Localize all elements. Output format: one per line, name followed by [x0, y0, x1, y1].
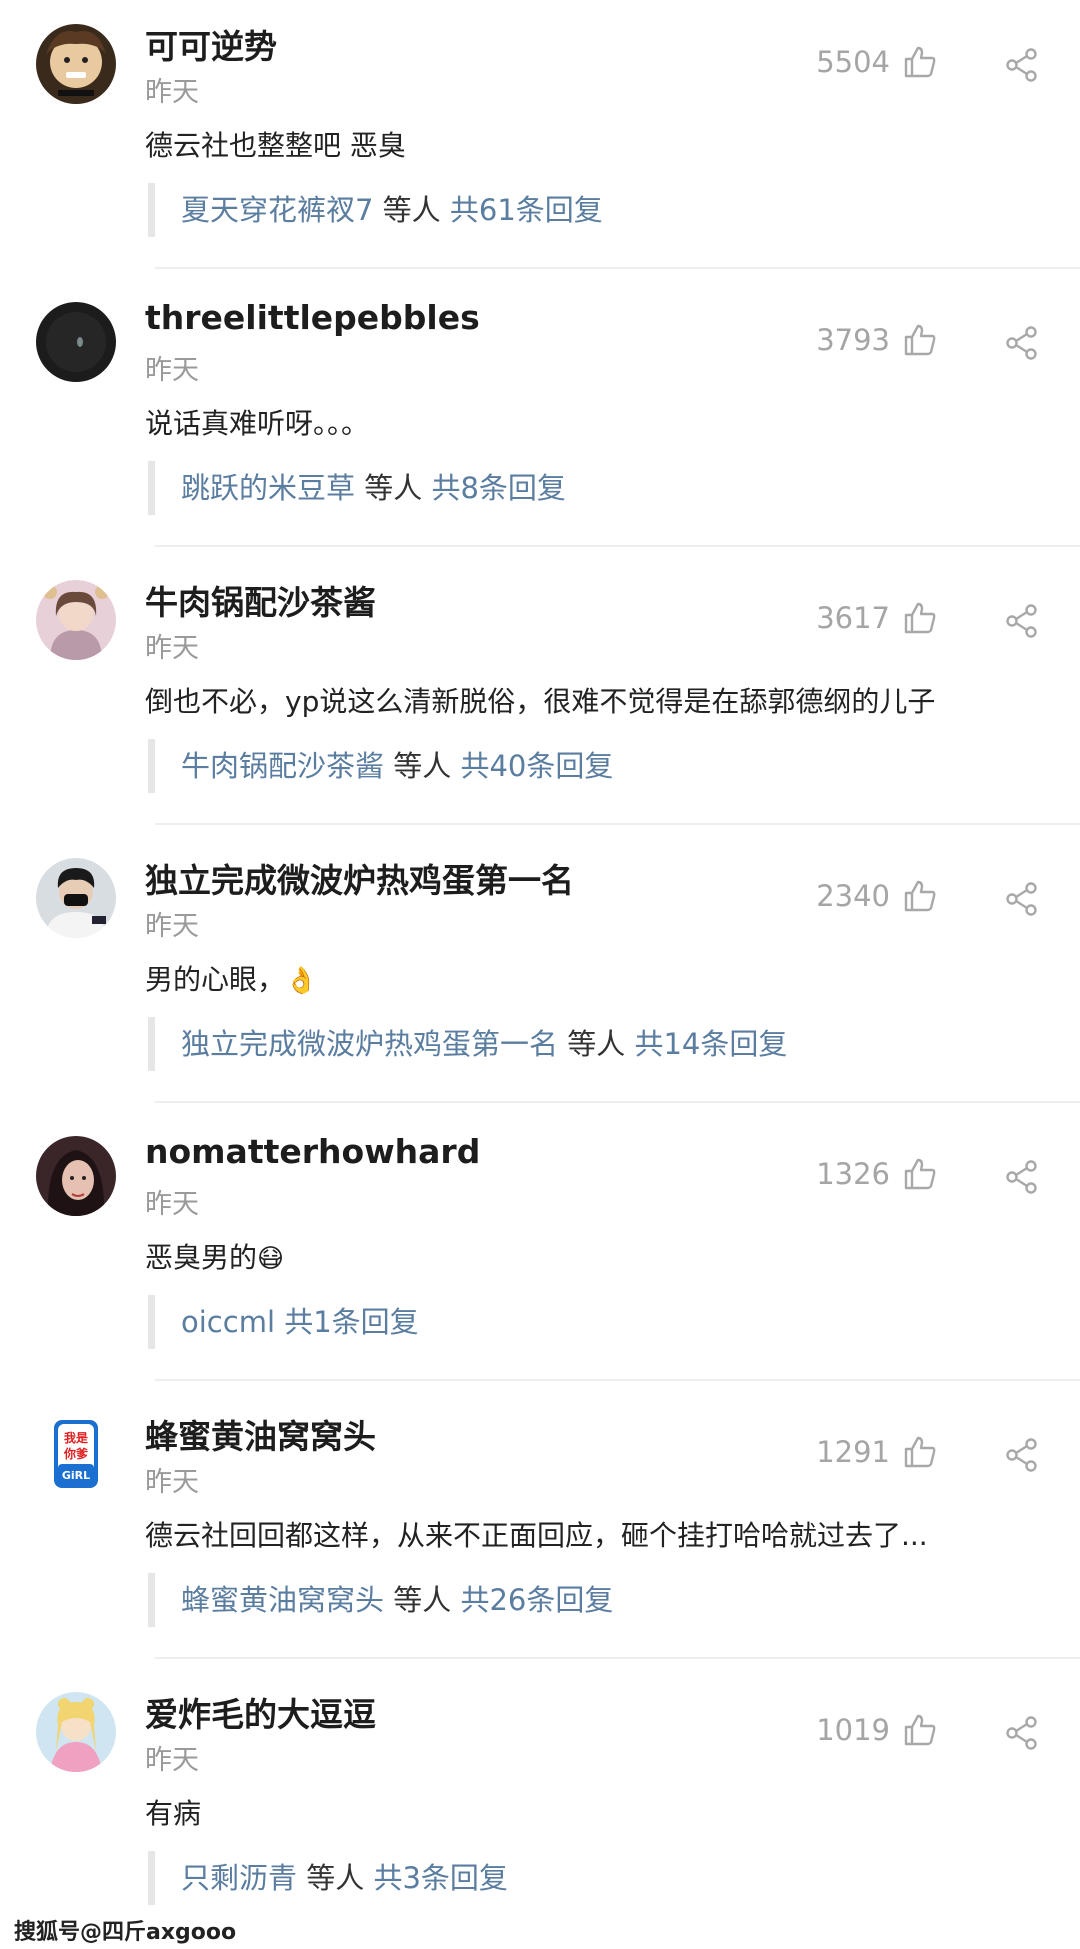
comment-item: 独立完成微波炉热鸡蛋第一名 昨天 2340 男的心眼，👌 独立完成微波炉热鸡蛋第…	[0, 834, 1080, 1112]
comment-text: 倒也不必，yp说这么清新脱俗，很难不觉得是在舔郭德纲的儿子	[145, 685, 936, 718]
thumbs-up-icon[interactable]	[903, 45, 937, 79]
thumbs-up-icon[interactable]	[903, 1435, 937, 1469]
share-icon[interactable]	[1005, 604, 1039, 638]
svg-text:我是: 我是	[64, 1430, 89, 1445]
divider	[155, 1657, 1080, 1659]
reply-summary[interactable]: oiccml 共1条回复	[148, 1295, 419, 1349]
comment-text: 德云社回回都这样，从来不正面回应，砸个挂打哈哈就过去了...	[145, 1519, 928, 1552]
reply-users[interactable]: oiccml	[181, 1305, 275, 1339]
watermark: 搜狐号@四斤axgooo	[14, 1920, 237, 1945]
thumbs-up-icon[interactable]	[903, 323, 937, 357]
reply-count[interactable]: 共3条回复	[373, 1861, 507, 1895]
comment-text: 有病	[145, 1797, 202, 1830]
ok-hand-emoji-icon: 👌	[285, 966, 318, 996]
like-count: 3617	[816, 601, 890, 635]
comment-text: 说话真难听呀。。。	[145, 407, 370, 440]
comment-time: 昨天	[145, 633, 199, 664]
username[interactable]: nomatterhowhard	[145, 1132, 480, 1171]
share-icon[interactable]	[1005, 882, 1039, 916]
comment-item: 我是 你爹 GiRL 蜂蜜黄油窝窝头 昨天 1291 德云社回回都这样，从来不正面回…	[0, 1390, 1080, 1668]
reply-users[interactable]: 夏天穿花裤衩7	[181, 193, 373, 227]
comment-item: 爱炸毛的大逗逗 昨天 1019 有病 只剩沥青 等人 共3条回复	[0, 1668, 1080, 1946]
reply-users[interactable]: 跳跃的米豆草	[181, 471, 355, 505]
svg-text:你爹: 你爹	[63, 1446, 89, 1461]
comment-time: 昨天	[145, 1745, 199, 1776]
comment-time: 昨天	[145, 1467, 199, 1498]
avatar[interactable]	[36, 858, 116, 938]
reply-users[interactable]: 只剩沥青	[181, 1861, 297, 1895]
reply-count[interactable]: 共61条回复	[450, 193, 603, 227]
avatar[interactable]	[36, 580, 116, 660]
divider	[155, 1101, 1080, 1103]
comment-time: 昨天	[145, 355, 199, 386]
reply-summary[interactable]: 蜂蜜黄油窝窝头 等人 共26条回复	[148, 1573, 613, 1627]
reply-summary[interactable]: 牛肉锅配沙茶酱 等人 共40条回复	[148, 739, 613, 793]
reply-summary[interactable]: 跳跃的米豆草 等人 共8条回复	[148, 461, 566, 515]
avatar[interactable]: 我是 你爹 GiRL	[36, 1414, 116, 1494]
share-icon[interactable]	[1005, 1160, 1039, 1194]
username[interactable]: 牛肉锅配沙茶酱	[145, 576, 376, 624]
reply-count[interactable]: 共14条回复	[634, 1027, 787, 1061]
thumbs-up-icon[interactable]	[903, 879, 937, 913]
mask-face-emoji-icon: 😷	[257, 1244, 285, 1274]
username[interactable]: 独立完成微波炉热鸡蛋第一名	[145, 854, 574, 902]
reply-users[interactable]: 蜂蜜黄油窝窝头	[181, 1583, 384, 1617]
avatar[interactable]	[36, 1692, 116, 1772]
username[interactable]: 蜂蜜黄油窝窝头	[145, 1410, 376, 1458]
share-icon[interactable]	[1005, 326, 1039, 360]
thumbs-up-icon[interactable]	[903, 1713, 937, 1747]
like-count: 3793	[816, 323, 890, 357]
share-icon[interactable]	[1005, 1716, 1039, 1750]
like-count: 1326	[816, 1157, 890, 1191]
divider	[155, 267, 1080, 269]
divider	[155, 1379, 1080, 1381]
like-count: 1019	[816, 1713, 890, 1747]
comment-text: 恶臭男的😷	[145, 1241, 285, 1274]
share-icon[interactable]	[1005, 48, 1039, 82]
reply-count[interactable]: 共8条回复	[431, 471, 565, 505]
reply-users[interactable]: 牛肉锅配沙茶酱	[181, 749, 384, 783]
reply-count[interactable]: 共1条回复	[284, 1305, 418, 1339]
thumbs-up-icon[interactable]	[903, 1157, 937, 1191]
like-count: 1291	[816, 1435, 890, 1469]
svg-text:GiRL: GiRL	[62, 1469, 90, 1482]
avatar[interactable]	[36, 24, 116, 104]
comment-item: 牛肉锅配沙茶酱 昨天 3617 倒也不必，yp说这么清新脱俗，很难不觉得是在舔郭…	[0, 556, 1080, 834]
reply-users[interactable]: 独立完成微波炉热鸡蛋第一名	[181, 1027, 558, 1061]
avatar[interactable]	[36, 1136, 116, 1216]
comment-time: 昨天	[145, 1189, 199, 1220]
comment-item: threelittlepebbles 昨天 3793 说话真难听呀。。。 跳跃的…	[0, 278, 1080, 556]
comment-text: 德云社也整整吧 恶臭	[145, 129, 406, 162]
reply-count[interactable]: 共40条回复	[460, 749, 613, 783]
comment-time: 昨天	[145, 77, 199, 108]
reply-summary[interactable]: 只剩沥青 等人 共3条回复	[148, 1851, 508, 1905]
thumbs-up-icon[interactable]	[903, 601, 937, 635]
username[interactable]: 可可逆势	[145, 20, 277, 68]
reply-count[interactable]: 共26条回复	[460, 1583, 613, 1617]
reply-summary[interactable]: 夏天穿花裤衩7 等人 共61条回复	[148, 183, 603, 237]
comment-text: 男的心眼，👌	[145, 963, 318, 996]
comment-item: nomatterhowhard 昨天 1326 恶臭男的😷 oiccml 共1条…	[0, 1112, 1080, 1390]
share-icon[interactable]	[1005, 1438, 1039, 1472]
comment-item: 可可逆势 昨天 5504 德云社也整整吧 恶臭 夏天穿花裤衩7 等人 共61条回…	[0, 0, 1080, 278]
avatar[interactable]	[36, 302, 116, 382]
username[interactable]: 爱炸毛的大逗逗	[145, 1688, 376, 1736]
comment-time: 昨天	[145, 911, 199, 942]
reply-summary[interactable]: 独立完成微波炉热鸡蛋第一名 等人 共14条回复	[148, 1017, 787, 1071]
username[interactable]: threelittlepebbles	[145, 298, 480, 337]
divider	[155, 545, 1080, 547]
like-count: 2340	[816, 879, 890, 913]
divider	[155, 823, 1080, 825]
like-count: 5504	[816, 45, 890, 79]
